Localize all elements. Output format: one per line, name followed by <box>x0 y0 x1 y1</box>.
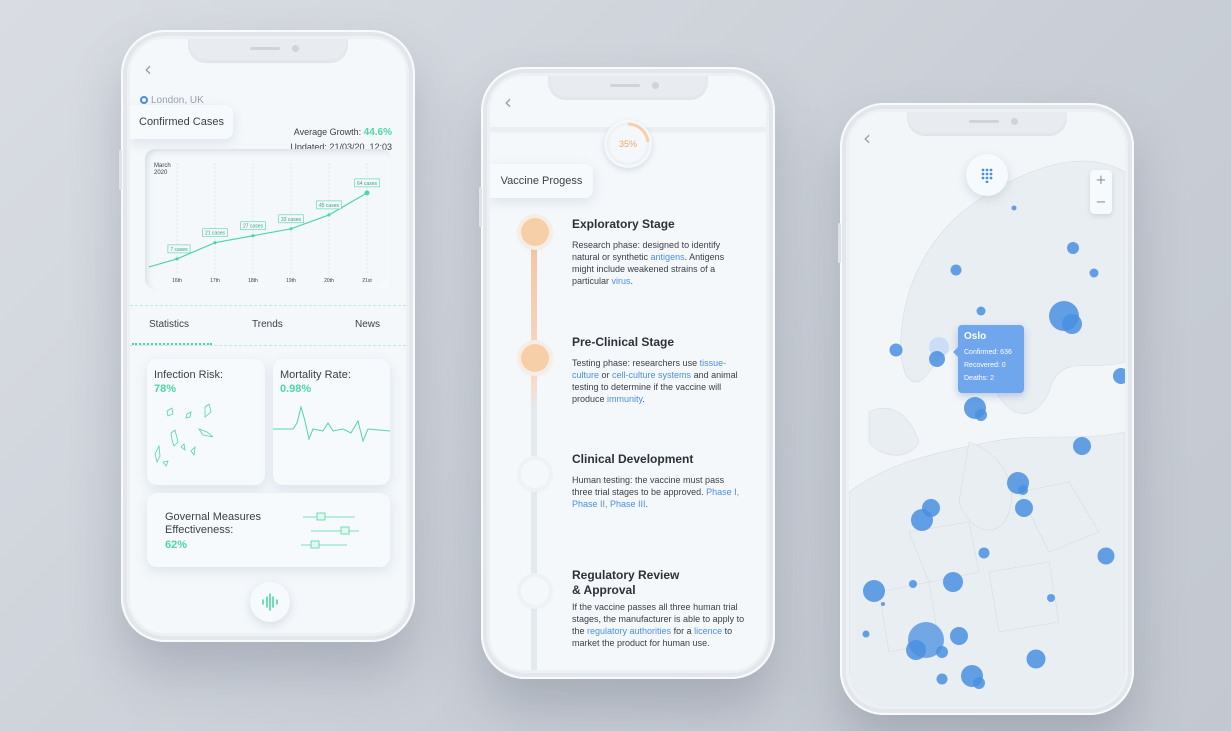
keypad-icon <box>981 168 993 183</box>
mortality-rate-card[interactable]: Mortality Rate: 0.98% <box>273 359 390 485</box>
city-tooltip: Oslo Confirmed: 636 Recovered: 0 Deaths:… <box>953 325 1024 393</box>
cases-chart-svg: March 16th 17th 18th 19th 20th 21st 2020 7 case… <box>148 163 380 284</box>
x-tick-label: 20th <box>324 278 334 284</box>
soundwave-icon <box>262 593 278 611</box>
stage-exploratory: Exploratory Stage Research phase: design… <box>572 217 747 287</box>
data-label: 64 cases <box>357 181 378 187</box>
back-chevron-icon[interactable]: ‹ <box>144 57 152 81</box>
phone-map: ‹ + − Oslo Confirmed: 636 Recovered: 0 D… <box>838 103 1134 715</box>
slider-group[interactable] <box>297 507 397 557</box>
measures-label: Governal Measures <box>165 511 261 523</box>
progress-ring: 35% <box>604 120 652 168</box>
cases-chart: March 16th 17th 18th 19th 20th 21st 2020 7 case… <box>145 149 391 289</box>
voice-button[interactable] <box>250 582 290 622</box>
stage-title: Regulatory Review <box>572 568 680 582</box>
stage-title: Clinical Development <box>572 452 694 466</box>
data-label: 45 cases <box>319 203 340 209</box>
stage-clinical: Clinical Development Human testing: the … <box>572 452 747 510</box>
chart-year: 2020 <box>154 170 168 176</box>
confirmed-cases-card[interactable]: Confirmed Cases <box>130 105 233 139</box>
data-label: 27 cases <box>243 224 264 230</box>
tooltip-recovered: Recovered: 0 <box>964 362 1006 369</box>
keypad-button[interactable] <box>966 154 1008 196</box>
zoom-out-button[interactable]: − <box>1090 192 1112 214</box>
phone-vaccine: ‹ 35% Vaccine Progess Exploratory Stage … <box>479 67 775 679</box>
x-tick-label: 21st <box>362 278 372 284</box>
immunity-link[interactable]: immunity <box>607 394 642 404</box>
volume-button <box>479 187 482 227</box>
notch <box>907 112 1067 136</box>
x-tick-label: 19th <box>286 278 296 284</box>
antigens-link[interactable]: antigens <box>651 252 685 262</box>
data-point[interactable] <box>289 227 293 231</box>
volume-button <box>119 150 122 190</box>
statistics-screen: ‹ London, UK Confirmed Cases Average Gro… <box>130 39 406 633</box>
measures-value: 62% <box>165 539 188 551</box>
zoom-in-button[interactable]: + <box>1090 170 1112 192</box>
card-title: Vaccine Progess <box>500 175 583 187</box>
stage-node-pending <box>521 577 549 605</box>
data-point[interactable] <box>213 241 217 245</box>
regulatory-link[interactable]: regulatory authorities <box>587 626 671 636</box>
licence-link[interactable]: licence <box>694 626 722 636</box>
phone-statistics: ‹ London, UK Confirmed Cases Average Gro… <box>119 30 415 642</box>
infection-risk-card[interactable]: Infection Risk: 78% <box>147 359 265 485</box>
progress-arc <box>606 122 650 166</box>
card-title: Confirmed Cases <box>139 116 224 128</box>
measures-card[interactable]: Governal Measures Effectiveness: 62% <box>147 493 390 567</box>
heartbeat-graph-icon <box>273 405 390 443</box>
data-label: 33 cases <box>281 217 302 223</box>
tab-statistics[interactable]: Statistics <box>149 319 189 330</box>
measures-label: Effectiveness: <box>165 524 234 536</box>
map-screen: ‹ + − Oslo Confirmed: 636 Recovered: 0 D… <box>849 112 1125 706</box>
data-point[interactable] <box>175 257 179 261</box>
volume-button <box>838 223 841 263</box>
cell-culture-link[interactable]: cell-culture systems <box>612 370 691 380</box>
notch <box>188 39 348 63</box>
vaccine-progress-card[interactable]: Vaccine Progess <box>490 164 593 198</box>
stage-node-pending <box>521 460 549 488</box>
zoom-control: + − <box>1090 170 1112 214</box>
stage-title: & Approval <box>572 583 636 597</box>
stage-title: Pre-Clinical Stage <box>572 335 675 349</box>
tab-news[interactable]: News <box>355 319 380 330</box>
data-label: 7 cases <box>170 247 188 253</box>
data-point[interactable] <box>251 234 255 238</box>
stage-title: Exploratory Stage <box>572 217 675 231</box>
tooltip-city: Oslo <box>964 331 987 342</box>
tab-trends[interactable]: Trends <box>252 319 283 330</box>
location-pin-icon <box>140 96 148 104</box>
growth-label: Average Growth: <box>293 127 362 137</box>
back-chevron-icon[interactable]: ‹ <box>863 126 871 150</box>
divider <box>130 345 406 346</box>
notch <box>548 76 708 100</box>
virus-link[interactable]: virus <box>612 276 631 286</box>
tooltip-confirmed: Confirmed: 636 <box>964 349 1012 356</box>
europe-map[interactable] <box>849 112 1125 706</box>
stage-node-complete <box>521 344 549 372</box>
data-point[interactable] <box>327 213 331 217</box>
stage-preclinical: Pre-Clinical Stage Testing phase: resear… <box>572 335 747 405</box>
vaccine-screen: ‹ 35% Vaccine Progess Exploratory Stage … <box>490 76 766 670</box>
x-tick-label: 18th <box>248 278 258 284</box>
data-point[interactable] <box>364 190 370 196</box>
growth-value: 44.6% <box>363 127 392 138</box>
x-tick-label: 16th <box>172 278 182 284</box>
timeline-progress <box>531 226 537 408</box>
back-chevron-icon[interactable]: ‹ <box>504 90 512 114</box>
stage-regulatory: Regulatory Review & Approval If the vacci… <box>572 568 745 648</box>
infection-map-icon <box>154 403 214 467</box>
tooltip-deaths: Deaths: 2 <box>964 375 994 382</box>
stage-node-complete <box>521 218 549 246</box>
divider <box>130 305 406 306</box>
chart-month: March <box>154 163 171 169</box>
x-tick-label: 17th <box>210 278 220 284</box>
data-label: 21 cases <box>205 231 226 237</box>
